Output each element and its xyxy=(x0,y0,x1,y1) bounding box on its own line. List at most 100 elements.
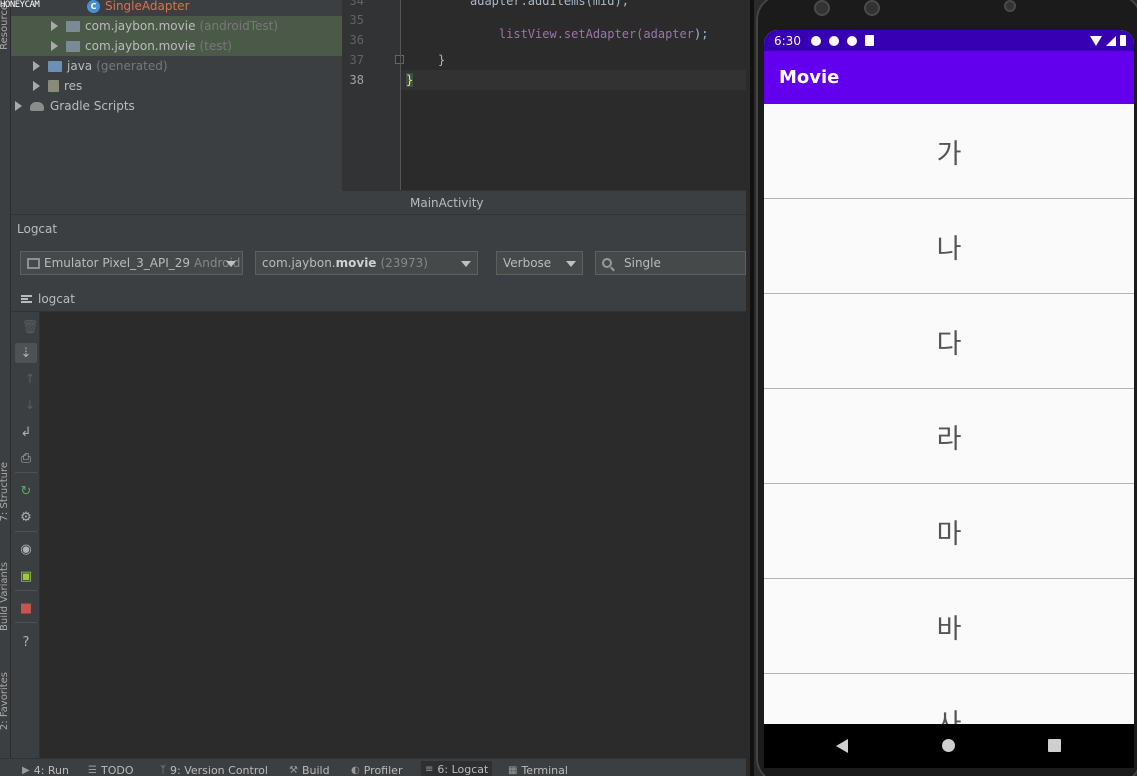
tab-label: 4: Run xyxy=(33,764,69,776)
logcat-toolbar: 🗑 ⇣ ↑ ↓ ↲ ⎙ ↻ ⚙ ◉ ▣ ■ ? xyxy=(11,312,40,758)
favorites-tab[interactable]: 2: Favorites xyxy=(0,672,11,730)
scroll-to-end-icon[interactable]: ⇣ xyxy=(15,343,37,363)
logcat-panel-header: Logcat xyxy=(11,214,746,242)
breadcrumb-main-activity[interactable]: MainActivity xyxy=(410,196,484,210)
tree-item-single-adapter[interactable]: C SingleAdapter xyxy=(11,0,342,16)
sync-icon xyxy=(846,35,857,46)
line-number: 36 xyxy=(349,33,364,47)
home-icon[interactable] xyxy=(942,739,955,752)
branch-icon: ᛉ xyxy=(160,765,166,776)
expand-arrow-icon[interactable] xyxy=(51,41,58,51)
restart-icon[interactable]: ↻ xyxy=(15,481,37,501)
tree-item-gradle-scripts[interactable]: Gradle Scripts xyxy=(11,96,342,116)
code-line-34: adapter.addItems(mid); xyxy=(470,0,629,8)
list-item[interactable]: 마 xyxy=(764,484,1134,579)
run-icon: ▶ xyxy=(22,765,30,776)
android-status-bar: 6:30 xyxy=(764,30,1134,51)
arrow-down-icon[interactable]: ↓ xyxy=(19,395,41,415)
camera-icon[interactable]: ◉ xyxy=(15,539,37,559)
trash-icon[interactable]: 🗑 xyxy=(19,317,41,337)
tab-logcat-active[interactable]: ≡ 6: Logcat xyxy=(421,761,493,776)
print-icon[interactable]: ⎙ xyxy=(15,448,37,468)
gear-icon[interactable]: ⚙ xyxy=(15,507,37,527)
tree-item-java-generated[interactable]: java (generated) xyxy=(11,56,342,76)
tab-label: 9: Version Control xyxy=(170,764,268,776)
code-editor[interactable]: 34 35 36 37 38 adapter.addItems(mid); li… xyxy=(342,0,746,214)
chevron-down-icon xyxy=(461,261,471,267)
expand-arrow-icon[interactable] xyxy=(33,81,40,91)
tree-item-label: res xyxy=(64,79,83,93)
app-bar: Movie xyxy=(764,51,1134,104)
tab-todo[interactable]: ☰ TODO xyxy=(88,764,133,776)
expand-arrow-icon[interactable] xyxy=(51,21,58,31)
tab-label: 6: Logcat xyxy=(437,762,489,776)
search-icon[interactable] xyxy=(602,258,612,268)
tab-version-control[interactable]: ᛉ 9: Version Control xyxy=(160,764,268,776)
process-selector[interactable]: com.jaybon. movie (23973) xyxy=(255,251,478,275)
logcat-search-input[interactable]: Single xyxy=(595,251,746,275)
build-variants-tab[interactable]: Build Variants xyxy=(0,562,11,631)
tab-label: Build xyxy=(301,764,330,776)
watermark: HONEYCAM xyxy=(0,0,40,10)
device-selector[interactable]: Emulator Pixel_3_API_29 Android xyxy=(20,251,243,275)
left-tool-strip: Resource 7: Structure Build Variants 2: … xyxy=(0,0,11,776)
tab-logcat[interactable]: logcat xyxy=(21,292,75,306)
log-level-value: Verbose xyxy=(503,256,552,270)
tab-profiler[interactable]: ◐ Profiler xyxy=(351,764,402,776)
list-item[interactable]: 가 xyxy=(764,104,1134,199)
recents-icon[interactable] xyxy=(1048,739,1061,752)
help-icon[interactable]: ? xyxy=(15,632,37,652)
device-icon xyxy=(27,257,40,269)
process-prefix: com.jaybon. xyxy=(262,256,336,270)
list-item[interactable]: 라 xyxy=(764,389,1134,484)
signal-icon xyxy=(1106,35,1116,46)
gradle-icon xyxy=(30,101,44,111)
screen-record-icon[interactable]: ▣ xyxy=(15,566,37,586)
tab-run[interactable]: ▶ 4: Run xyxy=(22,764,69,776)
class-icon: C xyxy=(87,0,100,13)
log-level-selector[interactable]: Verbose xyxy=(496,251,583,275)
package-folder-icon xyxy=(66,40,80,52)
chevron-down-icon xyxy=(226,261,236,267)
code-line-35: listView.setAdapter(adapter); xyxy=(470,13,709,55)
list-item[interactable]: 바 xyxy=(764,579,1134,674)
resource-manager-tab[interactable]: Resource xyxy=(0,4,11,50)
tab-terminal[interactable]: ▦ Terminal xyxy=(508,764,568,776)
toolbar-separator xyxy=(15,590,37,591)
log-lines-icon: ≡ xyxy=(425,763,434,775)
logcat-title: Logcat xyxy=(17,222,58,236)
code-line-37: } xyxy=(438,53,446,67)
editor-breadcrumb-bar: MainActivity xyxy=(342,190,746,214)
structure-tab[interactable]: 7: Structure xyxy=(0,462,11,521)
tab-build[interactable]: ⚒ Build xyxy=(289,764,330,776)
arrow-up-icon[interactable]: ↑ xyxy=(19,369,41,389)
chevron-down-icon xyxy=(566,261,576,267)
back-icon[interactable] xyxy=(836,739,848,753)
phone-screen[interactable]: 6:30 Movie 가 나 다 라 마 바 사 xyxy=(764,30,1134,724)
tree-item-android-test[interactable]: com.jaybon.movie (androidTest) xyxy=(11,16,342,36)
line-number: 37 xyxy=(349,53,364,67)
sd-card-icon xyxy=(864,35,874,46)
movie-list[interactable]: 가 나 다 라 마 바 사 xyxy=(764,104,1134,724)
soft-wrap-icon[interactable]: ↲ xyxy=(15,422,37,442)
tab-label: TODO xyxy=(100,764,134,776)
tab-label: logcat xyxy=(38,292,75,306)
tree-item-res[interactable]: res xyxy=(11,76,342,96)
list-item[interactable]: 다 xyxy=(764,294,1134,389)
tree-item-test[interactable]: com.jaybon.movie (test) xyxy=(11,36,342,56)
list-item[interactable]: 나 xyxy=(764,199,1134,294)
camera-icon xyxy=(864,0,880,16)
current-line-highlight xyxy=(401,70,746,90)
list-item[interactable]: 사 xyxy=(764,674,1134,724)
toolbar-separator xyxy=(15,472,37,473)
list-icon: ☰ xyxy=(88,765,97,776)
logcat-output[interactable] xyxy=(40,312,746,758)
tree-item-label: Gradle Scripts xyxy=(50,99,135,113)
camera-icon xyxy=(814,0,830,16)
expand-arrow-icon[interactable] xyxy=(15,101,22,111)
bottom-tool-bar: ▶ 4: Run ☰ TODO ᛉ 9: Version Control ⚒ Build… xyxy=(0,758,746,776)
expand-arrow-icon[interactable] xyxy=(33,61,40,71)
logcat-tab-row: logcat xyxy=(11,286,746,312)
android-nav-bar xyxy=(764,724,1134,768)
stop-icon[interactable]: ■ xyxy=(15,598,37,618)
